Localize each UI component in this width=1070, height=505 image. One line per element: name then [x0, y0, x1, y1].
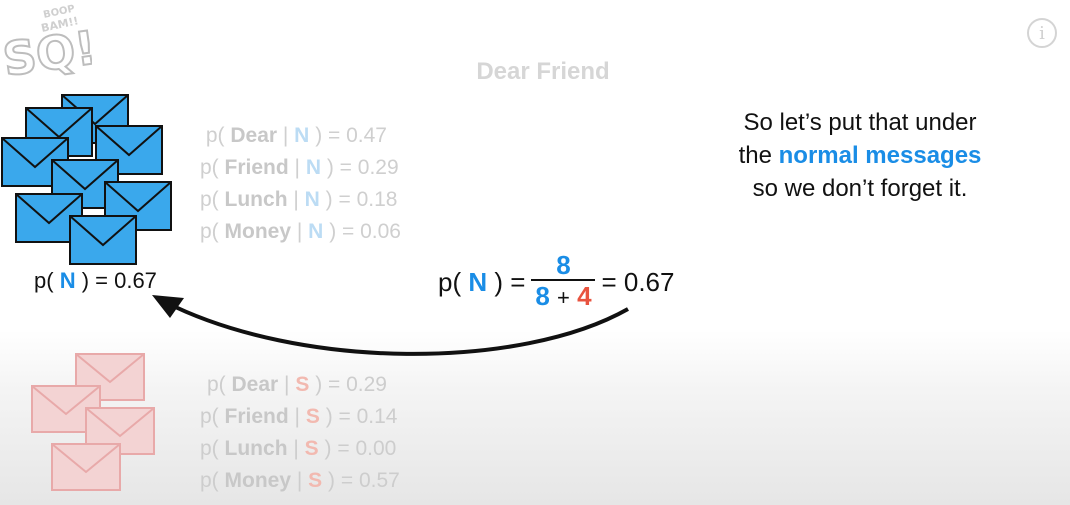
curved-arrow — [152, 295, 629, 356]
spam-messages-stack — [31, 353, 155, 491]
spam-word-probabilities: p( Dear | S ) = 0.29 p( Friend | S ) = 0… — [200, 369, 400, 497]
spam-prob-row: p( Money | S ) = 0.57 — [200, 469, 400, 492]
spam-prob-row: p( Dear | S ) = 0.29 — [206, 373, 387, 396]
spam-prob-row: p( Friend | S ) = 0.14 — [200, 405, 398, 428]
envelope-icon — [51, 443, 121, 491]
spam-prob-row: p( Lunch | S ) = 0.00 — [200, 437, 397, 460]
arrowhead-icon — [152, 295, 184, 318]
